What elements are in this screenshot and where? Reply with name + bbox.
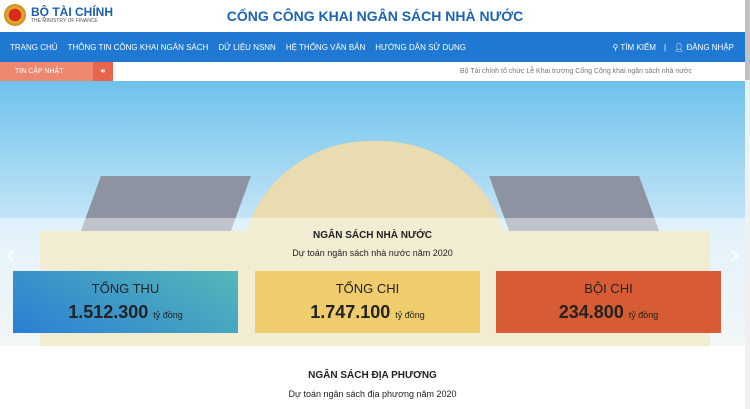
card-total-revenue[interactable]: TỔNG THU 1.512.300 tỷ đồng xyxy=(13,271,238,333)
card-unit: tỷ đồng xyxy=(628,310,659,320)
header: BỘ TÀI CHÍNH THE MINISTRY OF FINANCE CỔN… xyxy=(0,0,750,32)
nav-nsnn-data[interactable]: DỮ LIỆU NSNN xyxy=(218,43,276,52)
nav-budget-info[interactable]: THÔNG TIN CÔNG KHAI NGÂN SÁCH xyxy=(68,43,209,52)
card-total-expenditure[interactable]: TỔNG CHI 1.747.100 tỷ đồng xyxy=(255,271,480,333)
news-ticker: TIN CẬP NHẬT 🔊︎ Bộ Tài chính tổ chức Lễ … xyxy=(0,62,750,81)
local-budget-title: NGÂN SÁCH ĐỊA PHƯƠNG xyxy=(308,370,437,381)
card-value: 1.747.100 xyxy=(310,302,391,322)
local-budget-subtitle: Dự toán ngân sách địa phương năm 2020 xyxy=(288,389,457,399)
login-link[interactable]: 👤︎ ĐĂNG NHẬP xyxy=(674,43,734,52)
speaker-icon: 🔊︎ xyxy=(93,62,113,81)
card-label: TỔNG THU xyxy=(91,281,160,296)
search-label: TÌM KIẾM xyxy=(620,42,656,52)
hero-banner: ‹ › NGÂN SÁCH NHÀ NƯỚC Dự toán ngân sách… xyxy=(0,81,745,346)
ticker-message[interactable]: Bộ Tài chính tổ chức Lễ Khai trương Cổng… xyxy=(460,68,692,75)
user-icon: 👤︎ xyxy=(674,42,687,52)
card-value: 1.512.300 xyxy=(68,302,149,322)
card-label: BỘI CHI xyxy=(584,281,633,296)
card-deficit[interactable]: BỘI CHI 234.800 tỷ đồng xyxy=(496,271,721,333)
card-unit: tỷ đồng xyxy=(153,310,183,320)
hero-subtitle: Dự toán ngân sách nhà nước năm 2020 xyxy=(292,248,453,258)
hero-title: NGÂN SÁCH NHÀ NƯỚC xyxy=(312,230,433,241)
nav-home[interactable]: TRANG CHỦ xyxy=(10,43,58,52)
card-label: TỔNG CHI xyxy=(335,281,400,296)
nav-documents[interactable]: HỆ THỐNG VĂN BẢN xyxy=(286,43,365,52)
scrollbar-thumb[interactable] xyxy=(745,0,750,80)
ticker-label: TIN CẬP NHẬT xyxy=(0,62,93,81)
nav-guide[interactable]: HƯỚNG DẪN SỬ DỤNG xyxy=(375,43,466,52)
search-link[interactable]: ⚲ TÌM KIẾM xyxy=(612,43,656,52)
site-title: CỔNG CÔNG KHAI NGÂN SÁCH NHÀ NƯỚC xyxy=(226,8,524,24)
main-nav: TRANG CHỦ THÔNG TIN CÔNG KHAI NGÂN SÁCH … xyxy=(0,32,750,62)
login-label: ĐĂNG NHẬP xyxy=(686,42,734,52)
nav-separator: | xyxy=(663,42,667,52)
card-unit: tỷ đồng xyxy=(395,310,425,320)
scrollbar[interactable] xyxy=(745,0,750,409)
card-value: 234.800 xyxy=(558,302,624,322)
